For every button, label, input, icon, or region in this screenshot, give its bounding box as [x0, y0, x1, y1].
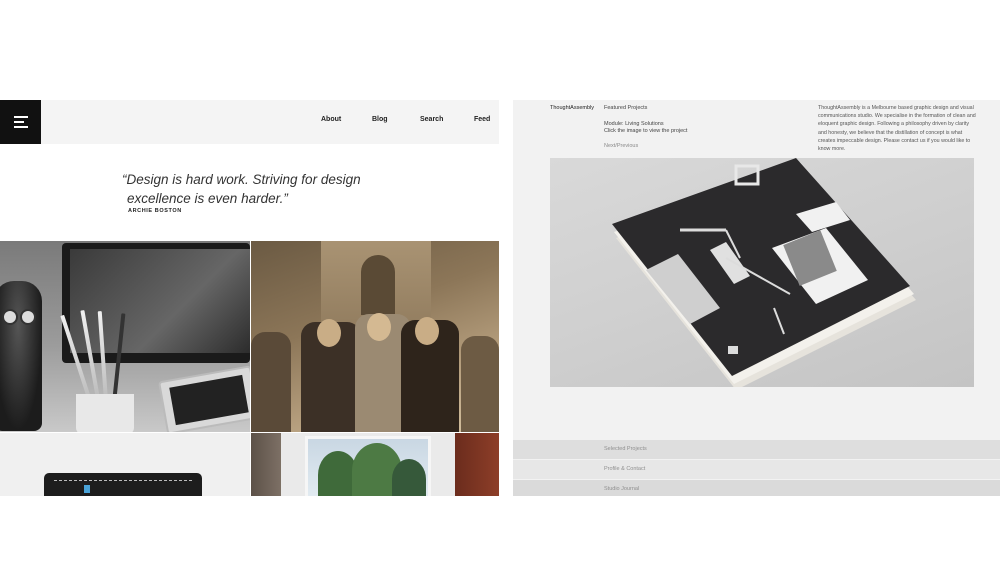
design-quote: “Design is hard work. Striving for desig… [122, 170, 402, 208]
quote-author: ARCHIE BOSTON [128, 208, 182, 214]
laptop-image [44, 473, 202, 496]
next-previous-link[interactable]: Next/Previous [604, 143, 638, 149]
featured-projects-label: Featured Projects [604, 105, 648, 111]
project-module-title: Module: Living Solutions [604, 121, 664, 127]
tablet-image [158, 365, 250, 432]
quote-line-2: excellence is even harder.” [127, 191, 288, 206]
door-image [455, 433, 499, 496]
left-screenshot: About Blog Search Feed “Design is hard w… [0, 100, 499, 496]
nav-about-link[interactable]: About [321, 116, 341, 123]
hamburger-menu-icon [13, 116, 28, 128]
footer-link-label: Selected Projects [604, 446, 647, 452]
pencil-cup-image [76, 394, 134, 432]
project-hint: Click the image to view the project [604, 128, 688, 134]
portfolio-tile-laptop[interactable] [0, 433, 250, 496]
right-screenshot: ThoughtAssembly Featured Projects Module… [513, 100, 1000, 496]
top-navigation-bar: About Blog Search Feed [0, 100, 499, 144]
portfolio-tile-vintage-photo[interactable] [251, 241, 499, 432]
nav-blog-link[interactable]: Blog [372, 116, 388, 123]
studio-description: ThoughtAssembly is a Melbourne based gra… [818, 105, 976, 153]
booklet-illustration [612, 158, 916, 387]
nav-feed-link[interactable]: Feed [474, 116, 490, 123]
portfolio-tile-interior[interactable] [251, 433, 499, 496]
window-image [305, 436, 431, 496]
footer-item-profile-contact[interactable]: Profile & Contact [513, 460, 1000, 479]
footer-item-selected-projects[interactable]: Selected Projects [513, 440, 1000, 459]
brand-name[interactable]: ThoughtAssembly [550, 105, 594, 111]
hamburger-menu-button[interactable] [0, 100, 41, 144]
nav-search-link[interactable]: Search [420, 116, 443, 123]
owl-figurine-image [0, 281, 42, 431]
featured-project-image[interactable] [550, 158, 974, 387]
footer-item-studio-journal[interactable]: Studio Journal [513, 480, 1000, 496]
portfolio-tile-workspace[interactable] [0, 241, 250, 432]
quote-line-1: “Design is hard work. Striving for desig… [122, 172, 361, 187]
footer-link-label: Profile & Contact [604, 466, 646, 472]
footer-link-label: Studio Journal [604, 486, 640, 492]
